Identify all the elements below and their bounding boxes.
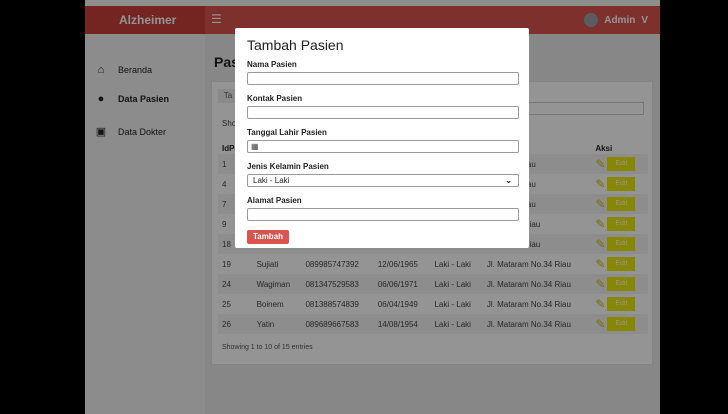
tgl-input[interactable]: ▦ [247, 140, 519, 153]
nama-input[interactable] [247, 72, 519, 85]
nama-label: Nama Pasien [247, 60, 297, 69]
alamat-input[interactable] [247, 208, 519, 221]
kontak-label: Kontak Pasien [247, 94, 303, 103]
calendar-icon[interactable]: ▦ [251, 142, 259, 151]
gender-value: Laki - Laki [253, 176, 290, 185]
chevron-down-icon: ⌄ [505, 176, 512, 185]
gender-label: Jenis Kelamin Pasien [247, 162, 329, 171]
alamat-label: Alamat Pasien [247, 196, 302, 205]
modal-title: Tambah Pasien [247, 37, 344, 53]
tgl-label: Tanggal Lahir Pasien [247, 128, 327, 137]
add-patient-modal: Tambah Pasien Nama Pasien Kontak Pasien … [235, 28, 529, 248]
kontak-input[interactable] [247, 106, 519, 119]
tambah-button[interactable]: Tambah [247, 230, 289, 244]
gender-select[interactable]: Laki - Laki ⌄ [247, 174, 519, 187]
